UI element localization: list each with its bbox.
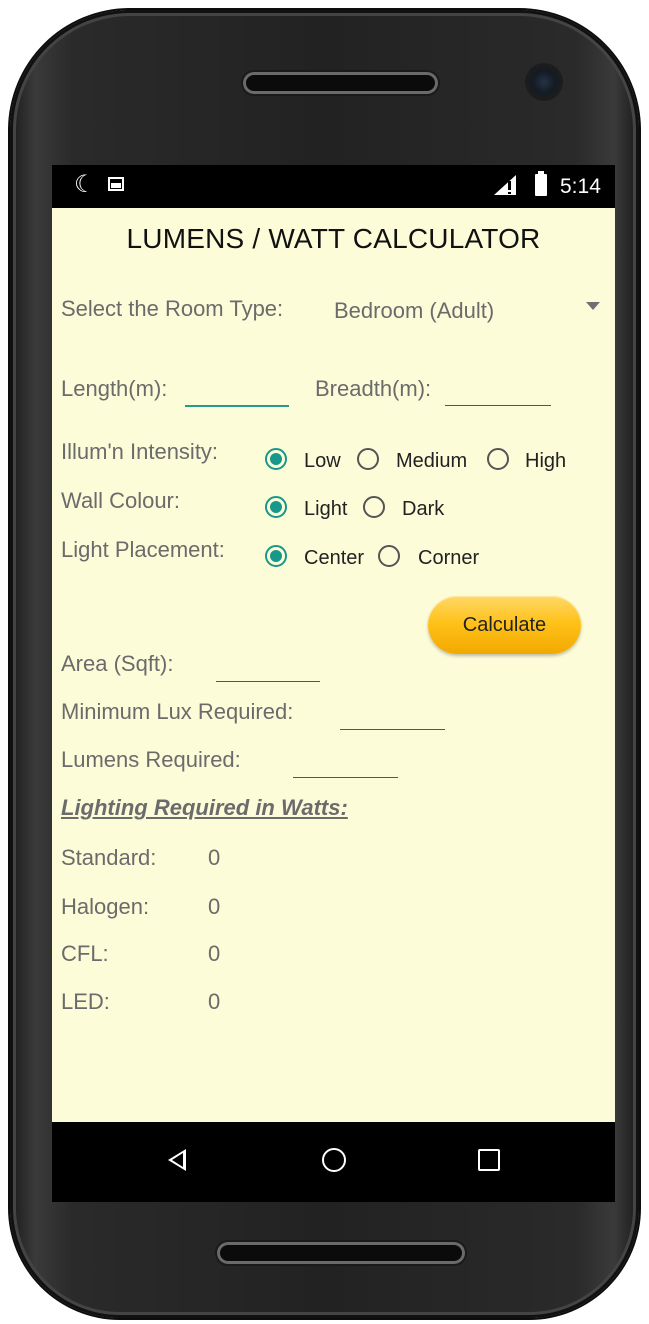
min-lux-value [340,729,445,730]
area-value [216,681,320,682]
home-icon[interactable] [322,1148,346,1172]
placement-label: Light Placement: [61,537,225,562]
min-lux-label: Minimum Lux Required: [61,699,294,724]
watts-heading: Lighting Required in Watts: [61,795,348,820]
dropdown-arrow-icon[interactable] [586,302,600,310]
page-title: LUMENS / WATT CALCULATOR [126,223,541,254]
wall-light-radio[interactable] [265,496,287,518]
recents-icon[interactable] [478,1149,500,1171]
watts-led-label: LED: [61,989,110,1014]
breadth-label: Breadth(m): [315,376,432,401]
earpiece-speaker [243,72,438,94]
watts-cfl-value: 0 [208,941,221,966]
illumination-medium-label[interactable]: Medium [396,450,467,473]
length-input[interactable] [185,405,289,407]
lumens-label: Lumens Required: [61,747,241,772]
wall-dark-label[interactable]: Dark [402,498,444,521]
battery-icon [535,171,547,196]
watts-cfl-label: CFL: [61,941,109,966]
status-bar: ☾ 5:14 [52,165,615,208]
illumination-label: Illum'n Intensity: [61,439,219,464]
bottom-speaker [217,1242,465,1264]
front-camera [525,63,563,101]
signal-icon [494,175,516,195]
calculate-button[interactable]: Calculate [428,596,581,654]
image-icon [108,177,124,191]
watts-led-value: 0 [208,989,221,1014]
breadth-input[interactable] [445,405,551,406]
length-label: Length(m): [61,376,168,401]
wall-dark-radio[interactable] [363,496,385,518]
placement-corner-label[interactable]: Corner [418,547,479,570]
watts-standard-value: 0 [208,845,221,870]
illumination-low-radio[interactable] [265,448,287,470]
moon-icon: ☾ [74,171,96,198]
placement-center-radio[interactable] [265,545,287,567]
navigation-bar [52,1122,615,1202]
watts-halogen-label: Halogen: [61,894,150,919]
illumination-medium-radio[interactable] [357,448,379,470]
lumens-value [293,777,398,778]
status-time: 5:14 [560,175,601,198]
watts-standard-label: Standard: [61,845,157,870]
illumination-low-label[interactable]: Low [304,450,341,473]
illumination-high-label[interactable]: High [525,450,566,473]
placement-corner-radio[interactable] [378,545,400,567]
back-icon[interactable] [168,1149,186,1171]
room-type-label: Select the Room Type: [61,296,284,321]
watts-halogen-value: 0 [208,894,221,919]
illumination-high-radio[interactable] [487,448,509,470]
wall-colour-label: Wall Colour: [61,488,180,513]
placement-center-label[interactable]: Center [304,547,364,570]
area-label: Area (Sqft): [61,651,174,676]
wall-light-label[interactable]: Light [304,498,347,521]
app-screen: ☾ 5:14 LUMENS / WATT CALCULATOR Select t… [52,165,615,1202]
room-type-value[interactable]: Bedroom (Adult) [334,298,494,324]
